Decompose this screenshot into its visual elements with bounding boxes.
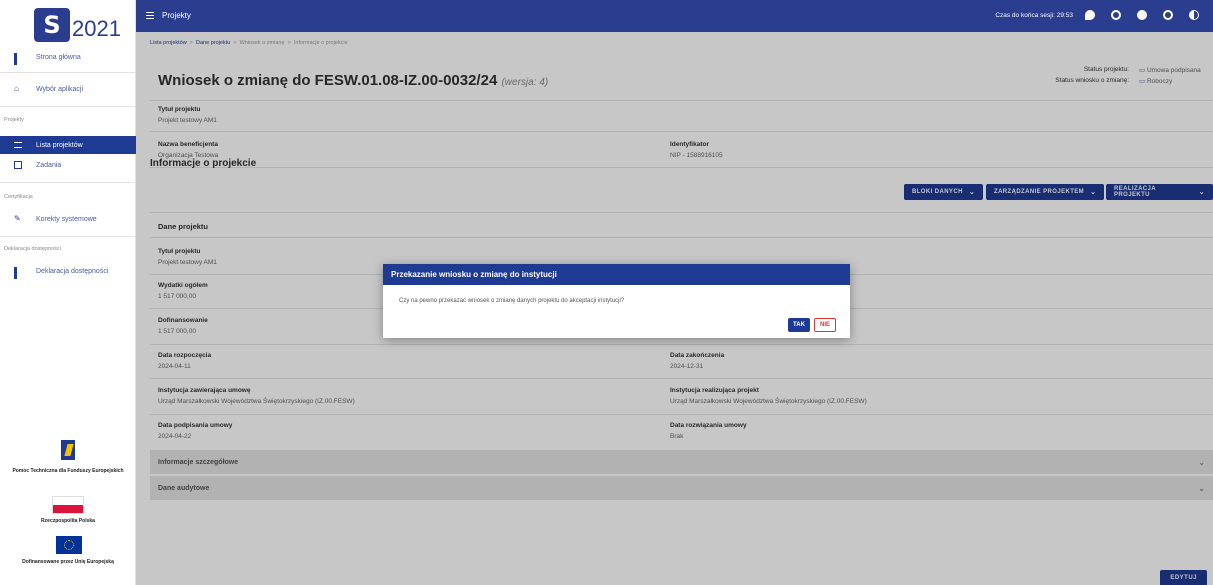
- dashboard-icon: [14, 53, 22, 65]
- dialog-title: Przekazanie wniosku o zmianę do instytuc…: [383, 264, 850, 285]
- sidebar-item-system-corrections[interactable]: ✎ Korekty systemowe: [0, 210, 136, 228]
- section-label-projects: Projekty: [4, 117, 24, 123]
- dialog-message: Czy na pewno przekazać wniosek o zmianę …: [399, 298, 625, 304]
- app-logo[interactable]: S 2021: [34, 8, 121, 44]
- logo-mark: S: [34, 8, 70, 42]
- session-timer: Czas do końca sesji: 29:53: [995, 12, 1073, 19]
- divider: [0, 106, 136, 107]
- user-icon[interactable]: [1111, 10, 1121, 20]
- home-icon: ⌂: [14, 84, 19, 93]
- section-label-accessibility: Deklaracja dostępności: [4, 246, 61, 252]
- sidebar-item-label: Lista projektów: [36, 141, 83, 149]
- sidebar-item-project-list[interactable]: Lista projektów: [0, 136, 136, 154]
- help-icon[interactable]: [1137, 10, 1147, 20]
- extend-session-icon[interactable]: [1085, 10, 1095, 20]
- tools-icon: ✎: [14, 214, 21, 223]
- poland-flag: [52, 496, 84, 514]
- sidebar-item-label: Strona główna: [36, 53, 81, 61]
- divider: [0, 182, 136, 183]
- sidebar-item-accessibility[interactable]: Deklaracja dostępności: [0, 262, 136, 280]
- eu-flag: [56, 536, 82, 554]
- sidebar-item-label: Deklaracja dostępności: [36, 267, 109, 275]
- sidebar-item-label: Zadania: [36, 161, 62, 169]
- sidebar-item-label: Wybór aplikacji: [36, 85, 84, 93]
- funder-eu: Dofinansowane przez Unię Europejską: [22, 559, 114, 565]
- sidebar-item-home[interactable]: Strona główna: [0, 48, 136, 66]
- funder-technical-assistance: Pomoc Techniczna dla Funduszy Europejski…: [12, 468, 124, 474]
- contrast-icon[interactable]: [1189, 10, 1199, 20]
- sidebar-item-app-select[interactable]: ⌂ Wybór aplikacji: [0, 80, 136, 98]
- logout-icon[interactable]: [1163, 10, 1173, 20]
- divider: [0, 72, 136, 73]
- sidebar-item-tasks[interactable]: Zadania: [0, 156, 136, 174]
- sidebar-item-label: Korekty systemowe: [36, 215, 97, 223]
- menu-icon[interactable]: [146, 12, 154, 19]
- cancel-button[interactable]: NIE: [814, 318, 836, 332]
- topbar: Projekty Czas do końca sesji: 29:53: [136, 0, 1213, 32]
- topbar-title: Projekty: [162, 11, 191, 20]
- transfer-request-dialog: Przekazanie wniosku o zmianę do instytuc…: [383, 264, 850, 338]
- confirm-button[interactable]: TAK: [788, 318, 810, 332]
- section-label-certification: Certyfikacja: [4, 194, 33, 200]
- logo-year: 2021: [72, 16, 121, 41]
- calendar-icon: [14, 161, 22, 169]
- dashboard-icon: [14, 267, 22, 279]
- list-icon: [14, 142, 22, 148]
- funder-poland: Rzeczpospolita Polska: [41, 518, 95, 524]
- divider: [0, 236, 136, 237]
- sidebar: S 2021 Strona główna ⌂ Wybór aplikacji P…: [0, 0, 136, 585]
